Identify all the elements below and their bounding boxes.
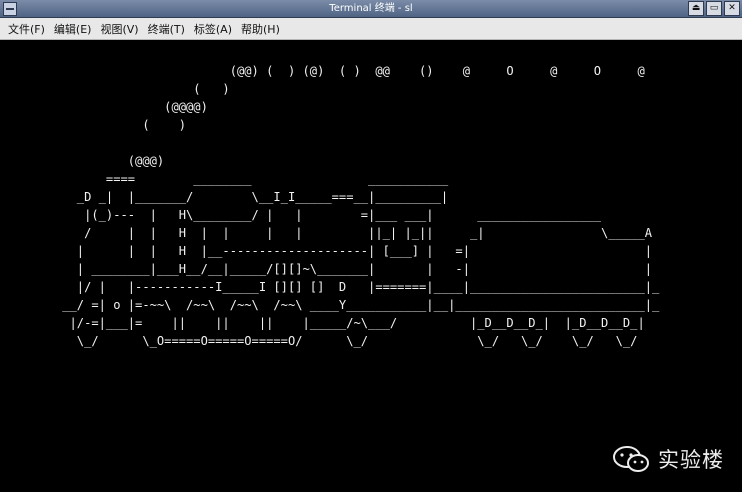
shade-button[interactable]: ⏏: [688, 1, 704, 16]
menu-file[interactable]: 文件(F): [8, 21, 45, 37]
maximize-button[interactable]: ▭: [706, 1, 722, 16]
menu-help[interactable]: 帮助(H): [241, 21, 280, 37]
watermark-text: 实验楼: [658, 448, 724, 472]
window-title: Terminal 终端 - sl: [329, 3, 413, 14]
wechat-icon: [613, 446, 649, 472]
menu-tabs[interactable]: 标签(A): [194, 21, 232, 37]
menu-view[interactable]: 视图(V): [100, 21, 138, 37]
menu-bar: 文件(F) 编辑(E) 视图(V) 终端(T) 标签(A) 帮助(H): [0, 18, 742, 40]
title-bar[interactable]: Terminal 终端 - sl ⏏ ▭ ✕: [0, 0, 742, 18]
watermark: 实验楼: [612, 444, 724, 474]
close-button[interactable]: ✕: [724, 1, 740, 16]
window-controls: ⏏ ▭ ✕: [688, 1, 740, 16]
menu-terminal[interactable]: 终端(T): [148, 21, 185, 37]
menu-edit[interactable]: 编辑(E): [54, 21, 92, 37]
sl-train-output: (@@) ( ) (@) ( ) @@ () @ O @ O @ ( ) (@@…: [62, 64, 660, 348]
terminal-window: Terminal 终端 - sl ⏏ ▭ ✕ 文件(F) 编辑(E) 视图(V)…: [0, 0, 742, 492]
terminal-area[interactable]: (@@) ( ) (@) ( ) @@ () @ O @ O @ ( ) (@@…: [0, 40, 742, 492]
